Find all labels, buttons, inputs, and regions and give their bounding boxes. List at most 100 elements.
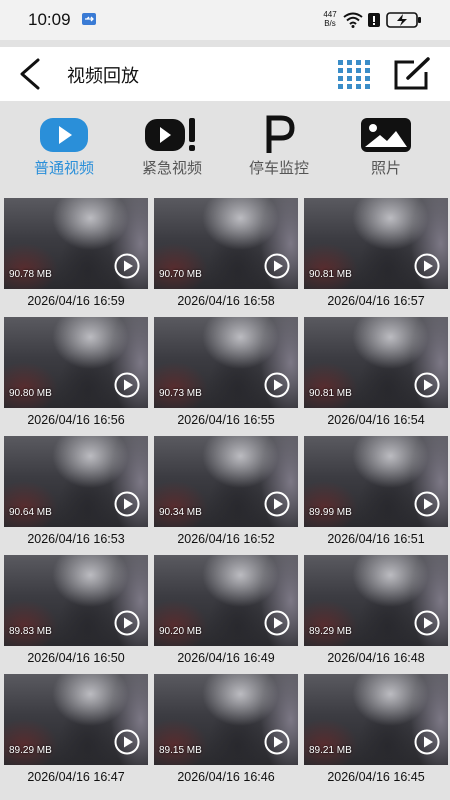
- video-item[interactable]: 90.73 MB 2026/04/16 16:55: [154, 317, 298, 436]
- emergency-play-icon: [116, 115, 228, 155]
- play-circle-icon[interactable]: [414, 253, 440, 279]
- video-date: 2026/04/16 16:52: [177, 532, 275, 546]
- grid-view-button[interactable]: [336, 57, 376, 91]
- video-date: 2026/04/16 16:53: [27, 532, 125, 546]
- video-date: 2026/04/16 16:54: [327, 413, 425, 427]
- video-item[interactable]: 89.15 MB 2026/04/16 16:46: [154, 674, 298, 793]
- edit-icon: [394, 57, 430, 90]
- photo-icon: [330, 115, 442, 155]
- status-bar: 10:09 447 B/s: [0, 0, 450, 40]
- tab-label: 紧急视频: [141, 160, 202, 177]
- video-thumbnail[interactable]: 90.80 MB: [4, 317, 148, 408]
- video-date: 2026/04/16 16:56: [27, 413, 125, 427]
- edit-button[interactable]: [392, 56, 432, 92]
- parking-icon: [223, 115, 335, 155]
- play-circle-icon[interactable]: [414, 729, 440, 755]
- video-date: 2026/04/16 16:58: [177, 294, 275, 308]
- tab-emergency-video[interactable]: 紧急视频: [116, 115, 228, 179]
- back-button[interactable]: [14, 56, 46, 92]
- video-file-size: 90.20 MB: [159, 626, 202, 637]
- play-circle-icon[interactable]: [264, 729, 290, 755]
- play-circle-icon[interactable]: [114, 372, 140, 398]
- video-date: 2026/04/16 16:55: [177, 413, 275, 427]
- play-circle-icon[interactable]: [264, 372, 290, 398]
- video-item[interactable]: 90.81 MB 2026/04/16 16:57: [304, 198, 448, 317]
- video-thumbnail[interactable]: 90.20 MB: [154, 555, 298, 646]
- app-header: 视频回放: [0, 47, 450, 101]
- video-item[interactable]: 89.83 MB 2026/04/16 16:50: [4, 555, 148, 674]
- video-thumbnail[interactable]: 89.29 MB: [4, 674, 148, 765]
- video-thumbnail[interactable]: 89.21 MB: [304, 674, 448, 765]
- tab-label: 照片: [370, 160, 401, 177]
- tab-label: 普通视频: [33, 160, 94, 177]
- play-circle-icon[interactable]: [114, 729, 140, 755]
- video-item[interactable]: 90.78 MB 2026/04/16 16:59: [4, 198, 148, 317]
- video-thumbnail[interactable]: 90.64 MB: [4, 436, 148, 527]
- grid-view-icon: [338, 60, 370, 89]
- video-file-size: 89.83 MB: [9, 626, 52, 637]
- network-speed-unit: B/s: [324, 19, 336, 28]
- category-tabs: 普通视频 紧急视频 停车监控 照片: [0, 101, 450, 193]
- video-thumbnail[interactable]: 89.29 MB: [304, 555, 448, 646]
- video-item[interactable]: 89.99 MB 2026/04/16 16:51: [304, 436, 448, 555]
- network-speed: 447 B/s: [318, 10, 342, 28]
- tab-parking-monitor[interactable]: 停车监控: [223, 115, 335, 179]
- video-date: 2026/04/16 16:45: [327, 770, 425, 784]
- video-file-size: 90.80 MB: [9, 388, 52, 399]
- video-file-size: 89.29 MB: [309, 626, 352, 637]
- video-item[interactable]: 90.34 MB 2026/04/16 16:52: [154, 436, 298, 555]
- status-time: 10:09: [28, 10, 71, 29]
- video-date: 2026/04/16 16:57: [327, 294, 425, 308]
- play-icon: [8, 115, 120, 155]
- video-file-size: 90.73 MB: [159, 388, 202, 399]
- video-thumbnail[interactable]: 90.73 MB: [154, 317, 298, 408]
- wifi-icon: [343, 12, 363, 33]
- video-item[interactable]: 89.29 MB 2026/04/16 16:48: [304, 555, 448, 674]
- video-date: 2026/04/16 16:59: [27, 294, 125, 308]
- video-item[interactable]: 89.21 MB 2026/04/16 16:45: [304, 674, 448, 793]
- video-file-size: 89.99 MB: [309, 507, 352, 518]
- video-date: 2026/04/16 16:51: [327, 532, 425, 546]
- video-item[interactable]: 90.64 MB 2026/04/16 16:53: [4, 436, 148, 555]
- video-thumbnail[interactable]: 90.81 MB: [304, 198, 448, 289]
- usb-icon: [82, 13, 96, 25]
- video-item[interactable]: 90.70 MB 2026/04/16 16:58: [154, 198, 298, 317]
- back-arrow-icon: [20, 58, 40, 90]
- video-item[interactable]: 90.81 MB 2026/04/16 16:54: [304, 317, 448, 436]
- play-circle-icon[interactable]: [114, 610, 140, 636]
- video-thumbnail[interactable]: 90.34 MB: [154, 436, 298, 527]
- video-file-size: 90.81 MB: [309, 388, 352, 399]
- video-file-size: 90.78 MB: [9, 269, 52, 280]
- video-file-size: 90.34 MB: [159, 507, 202, 518]
- network-speed-value: 447: [323, 10, 337, 19]
- video-thumbnail[interactable]: 90.70 MB: [154, 198, 298, 289]
- video-file-size: 89.21 MB: [309, 745, 352, 756]
- video-thumbnail[interactable]: 89.83 MB: [4, 555, 148, 646]
- video-item[interactable]: 90.20 MB 2026/04/16 16:49: [154, 555, 298, 674]
- tab-photos[interactable]: 照片: [330, 115, 442, 179]
- play-circle-icon[interactable]: [414, 372, 440, 398]
- video-thumbnail[interactable]: 89.99 MB: [304, 436, 448, 527]
- video-thumbnail[interactable]: 90.81 MB: [304, 317, 448, 408]
- play-circle-icon[interactable]: [114, 491, 140, 517]
- play-circle-icon[interactable]: [414, 610, 440, 636]
- alert-icon: [367, 12, 381, 33]
- video-item[interactable]: 90.80 MB 2026/04/16 16:56: [4, 317, 148, 436]
- play-circle-icon[interactable]: [114, 253, 140, 279]
- video-date: 2026/04/16 16:48: [327, 651, 425, 665]
- video-file-size: 89.15 MB: [159, 745, 202, 756]
- battery-charging-icon: [386, 12, 422, 33]
- video-item[interactable]: 89.29 MB 2026/04/16 16:47: [4, 674, 148, 793]
- video-date: 2026/04/16 16:46: [177, 770, 275, 784]
- video-thumbnail[interactable]: 90.78 MB: [4, 198, 148, 289]
- video-date: 2026/04/16 16:50: [27, 651, 125, 665]
- play-circle-icon[interactable]: [264, 491, 290, 517]
- video-file-size: 90.64 MB: [9, 507, 52, 518]
- video-file-size: 90.70 MB: [159, 269, 202, 280]
- video-thumbnail[interactable]: 89.15 MB: [154, 674, 298, 765]
- play-circle-icon[interactable]: [264, 253, 290, 279]
- play-circle-icon[interactable]: [414, 491, 440, 517]
- video-file-size: 89.29 MB: [9, 745, 52, 756]
- play-circle-icon[interactable]: [264, 610, 290, 636]
- tab-normal-video[interactable]: 普通视频: [8, 115, 120, 179]
